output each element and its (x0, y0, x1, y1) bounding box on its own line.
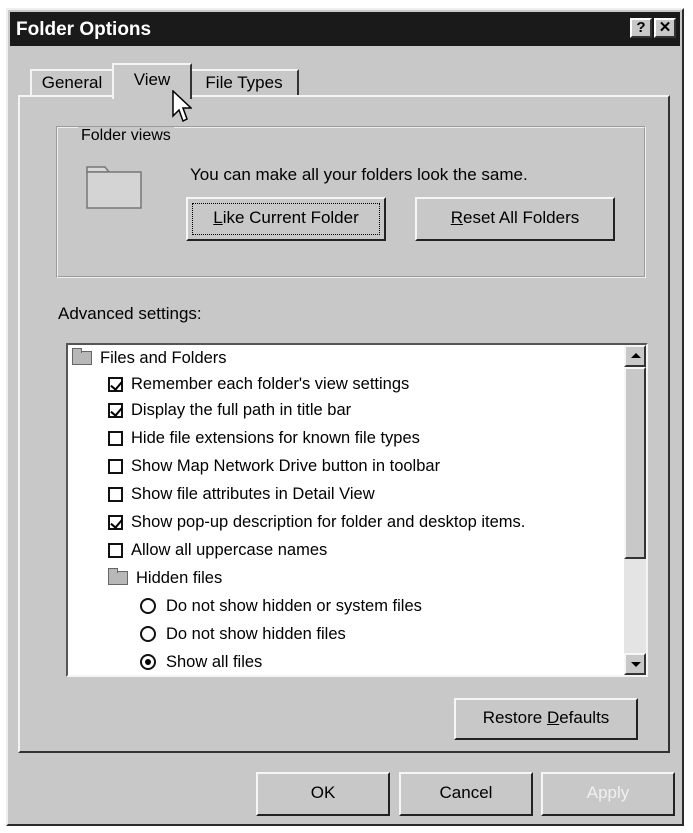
reset-mnemonic: R (450, 208, 464, 227)
list-item-label: Files and Folders (100, 348, 227, 367)
list-item[interactable]: Hide file extensions for known file type… (108, 425, 420, 451)
list-item-hidden-files[interactable]: Hidden files (108, 565, 222, 591)
arrow-down-icon (631, 662, 641, 667)
advanced-settings-label: Advanced settings: (58, 304, 202, 323)
cancel-button[interactable]: Cancel (399, 772, 533, 816)
list-item-label: Show Map Network Drive button in toolbar (131, 456, 441, 475)
folder-icon (86, 166, 142, 209)
title-bar[interactable]: Folder Options ? ✕ (10, 12, 680, 46)
cancel-label: Cancel (439, 783, 493, 802)
restore-label-post: efaults (559, 708, 610, 727)
folder-icon (108, 568, 128, 585)
list-item-label: Remember each folder's view settings (131, 374, 410, 393)
list-item[interactable]: Do not show hidden or system files (140, 593, 422, 619)
list-item-label: Show pop-up description for folder and d… (131, 512, 526, 531)
list-item[interactable]: Show file attributes in Detail View (108, 481, 375, 507)
checkbox-map-network-drive[interactable] (108, 458, 123, 474)
restore-defaults-button[interactable]: Restore Defaults (454, 698, 638, 740)
close-button[interactable]: ✕ (654, 18, 676, 38)
checkbox-popup-description[interactable] (108, 514, 123, 530)
tab-file-types-label: File Types (205, 73, 283, 92)
apply-button[interactable]: Apply (541, 772, 675, 816)
scroll-thumb[interactable] (624, 367, 646, 559)
list-item[interactable]: Remember each folder's view settings (108, 371, 409, 397)
list-item-label: Hidden files (136, 568, 223, 587)
scroll-up-button[interactable] (624, 345, 646, 367)
window-title: Folder Options (16, 19, 152, 40)
restore-label-pre: Restore (482, 708, 547, 727)
checkbox-full-path[interactable] (108, 402, 123, 418)
radio-show-all-files[interactable] (140, 654, 156, 670)
list-item-label: Show file attributes in Detail View (131, 484, 375, 503)
ok-button[interactable]: OK (256, 772, 390, 816)
checkbox-remember-view[interactable] (108, 376, 123, 392)
list-item-files-and-folders[interactable]: Files and Folders (72, 345, 227, 371)
reset-label: eset All Folders (463, 208, 580, 227)
apply-label: Apply (586, 783, 630, 802)
checkbox-file-attributes[interactable] (108, 486, 123, 502)
list-item[interactable]: Display the full path in title bar (108, 397, 351, 423)
help-button[interactable]: ? (630, 18, 652, 38)
list-item-label: Allow all uppercase names (131, 540, 328, 559)
list-item[interactable]: Show all files (140, 649, 262, 675)
folder-views-legend: Folder views (78, 127, 174, 145)
list-item-label: Do not show hidden files (166, 624, 346, 643)
advanced-settings-list[interactable]: Files and Folders Remember each folder's… (66, 343, 648, 677)
list-item[interactable]: Show pop-up description for folder and d… (108, 509, 525, 535)
list-item-label: Do not show hidden or system files (166, 596, 422, 615)
tab-view-label: View (133, 70, 171, 89)
scroll-down-button[interactable] (624, 653, 646, 675)
reset-all-folders-button[interactable]: Reset All Folders (415, 197, 615, 241)
tab-file-types[interactable]: File Types (189, 69, 299, 97)
checkbox-hide-extensions[interactable] (108, 430, 123, 446)
arrow-up-icon (631, 353, 641, 358)
radio-hide-hidden-files[interactable] (140, 626, 156, 642)
tab-general-label: General (41, 73, 103, 92)
restore-mnemonic: D (546, 708, 560, 727)
list-item-label: Show all files (166, 652, 263, 671)
mouse-cursor-icon (172, 90, 192, 123)
ok-label: OK (310, 783, 336, 802)
folder-options-dialog: Folder Options ? ✕ General File Types Vi… (6, 8, 684, 826)
folder-views-description: You can make all your folders look the s… (190, 165, 528, 184)
focus-rect (192, 203, 380, 235)
like-current-folder-button[interactable]: Like Current Folder (186, 197, 386, 241)
list-item[interactable]: Allow all uppercase names (108, 537, 327, 563)
list-item[interactable]: Show Map Network Drive button in toolbar (108, 453, 440, 479)
list-item-label: Display the full path in title bar (131, 400, 352, 419)
tab-general[interactable]: General (30, 69, 114, 97)
list-item[interactable]: Do not show hidden files (140, 621, 346, 647)
list-item-label: Hide file extensions for known file type… (131, 428, 420, 447)
radio-hide-system-files[interactable] (140, 598, 156, 614)
folder-icon (72, 348, 92, 365)
vertical-scrollbar[interactable] (624, 345, 646, 675)
checkbox-uppercase-names[interactable] (108, 542, 123, 558)
